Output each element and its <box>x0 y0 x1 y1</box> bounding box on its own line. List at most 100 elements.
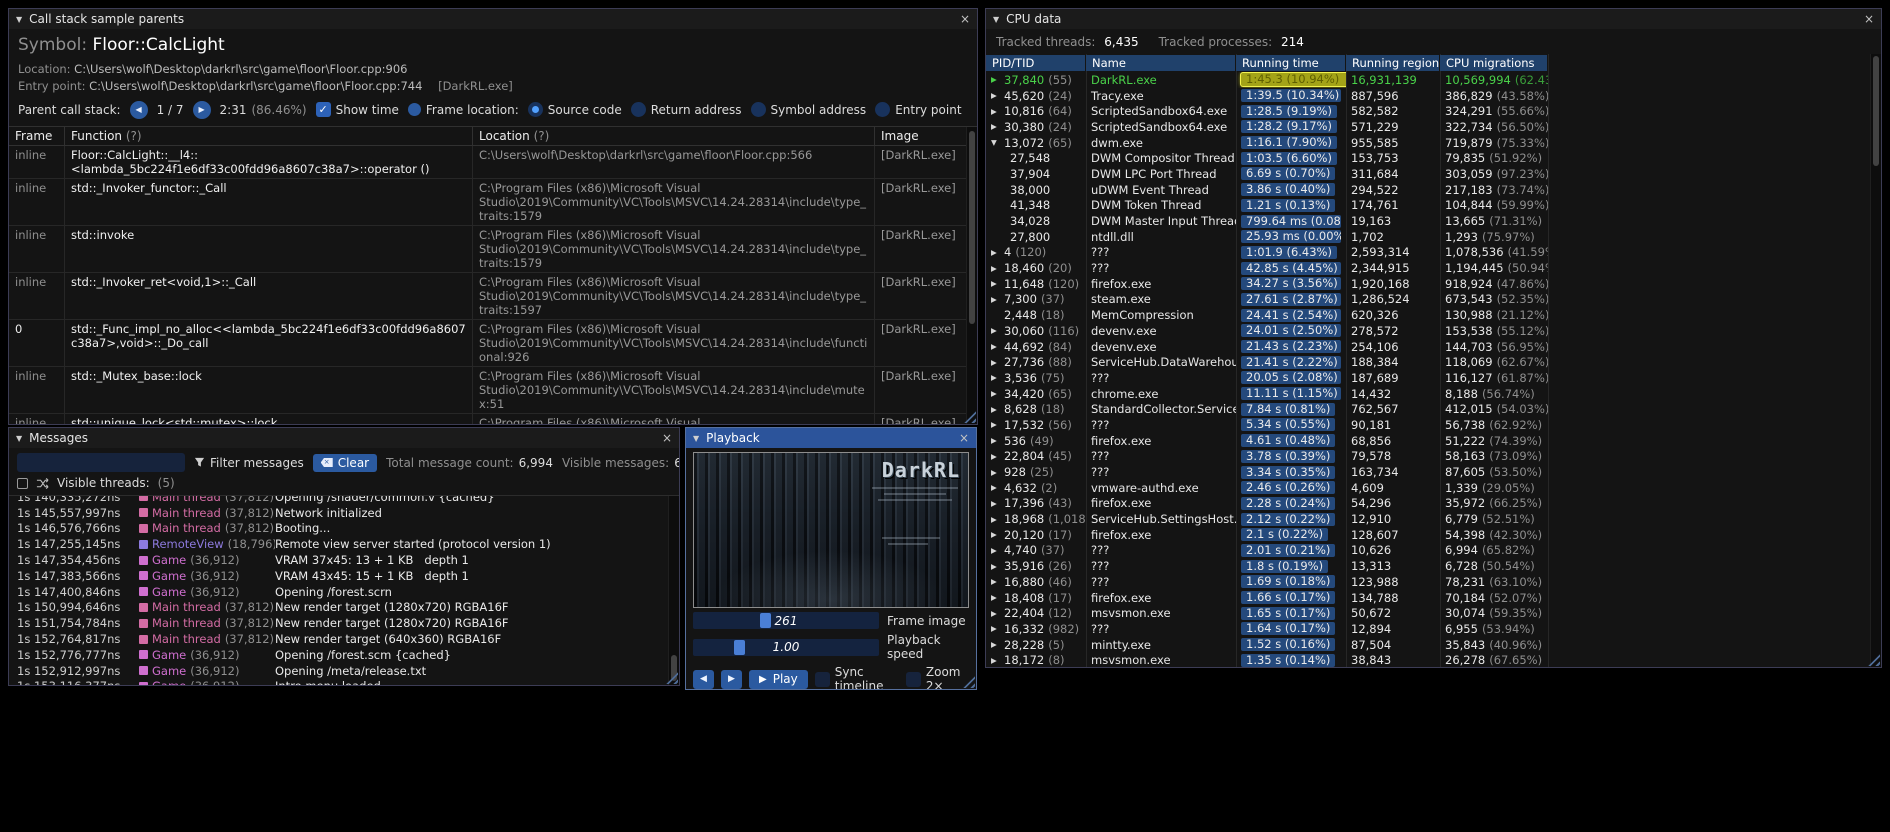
call-stack-scrollbar[interactable] <box>966 126 977 424</box>
frame-slider[interactable]: 261 <box>693 612 879 629</box>
collapse-arrow-icon[interactable]: ▼ <box>16 434 22 443</box>
chevron-right-icon[interactable]: ▶ <box>991 562 1000 571</box>
chevron-right-icon[interactable]: ▶ <box>991 405 1000 414</box>
close-icon[interactable]: × <box>960 13 970 25</box>
chevron-right-icon[interactable]: ▶ <box>991 656 1000 665</box>
speed-slider[interactable]: 1.00 <box>693 638 879 656</box>
cpu-row[interactable]: ▶ 18,172 (8) msvsmon.exe 1.35 s (0.14%) 38,84… <box>986 652 1881 667</box>
chevron-right-icon[interactable]: ▶ <box>991 75 1000 84</box>
cpu-row[interactable]: ▶ 4 (120)??? 1:01.9 (6.43%) 2,593,314 1,078,5… <box>986 245 1881 261</box>
chevron-right-icon[interactable]: ▶ <box>991 593 1000 602</box>
cpu-row[interactable]: ▶ 30,060 (116) devenv.exe 24.01 s (2.50%) 278… <box>986 323 1881 339</box>
cpu-row[interactable]: ▶ 27,736 (88) ServiceHub.DataWarehouse 21.41… <box>986 354 1881 370</box>
radio-entry-point[interactable]: Entry point <box>875 102 962 118</box>
cpu-row[interactable]: ▶ 18,460 (20)??? 42.85 s (4.45%) 2,344,915 1,… <box>986 260 1881 276</box>
message-row[interactable]: 1s 152,776,777ns Game (36,912) Opening /for… <box>9 647 679 663</box>
cpu-row[interactable]: ▶ 18,968 (1,018) ServiceHub.SettingsHost.ex… <box>986 511 1881 527</box>
message-row[interactable]: 1s 147,255,145ns RemoteView (18,796) Remote… <box>9 536 679 552</box>
cpu-titlebar[interactable]: ▼ CPU data × <box>986 9 1881 29</box>
cpu-row[interactable]: 27,800 ntdll.dll 25.93 ms (0.00%) 1,702 1,29… <box>986 229 1881 245</box>
running-time-column-header[interactable]: Running time <box>1236 55 1345 71</box>
call-stack-row[interactable]: inline Floor::CalcLight::__l4::<lambda_5b… <box>9 145 977 179</box>
collapse-arrow-icon[interactable]: ▼ <box>16 15 22 24</box>
playback-titlebar[interactable]: ▼ Playback × <box>686 428 976 448</box>
chevron-right-icon[interactable]: ▶ <box>991 436 1000 445</box>
cpu-row[interactable]: ▶ 4,740 (37)??? 2.01 s (0.21%) 10,626 6,994 (6… <box>986 543 1881 559</box>
message-row[interactable]: 1s 147,383,566ns Game (36,912) VRAM 43x45: … <box>9 568 679 584</box>
cpu-row[interactable]: 38,000 uDWM Event Thread 3.86 s (0.40%) 294… <box>986 182 1881 198</box>
chevron-right-icon[interactable]: ▶ <box>991 452 1000 461</box>
chevron-right-icon[interactable]: ▶ <box>991 468 1000 477</box>
cpu-row[interactable]: 37,904 DWM LPC Port Thread 6.69 s (0.70%) 3… <box>986 166 1881 182</box>
cpu-row[interactable]: 34,028 DWM Master Input Thread 799.64 ms (… <box>986 213 1881 229</box>
cpu-row[interactable]: ▶ 3,536 (75)??? 20.05 s (2.08%) 187,689 116,1… <box>986 370 1881 386</box>
cpu-row[interactable]: ▶ 34,420 (65) chrome.exe 11.11 s (1.15%) 14,4… <box>986 386 1881 402</box>
cpu-row[interactable]: ▶ 11,648 (120) firefox.exe 34.27 s (3.56%) 1,… <box>986 276 1881 292</box>
message-row[interactable]: 1s 152,912,997ns Game (36,912) Opening /met… <box>9 663 679 679</box>
cpu-row[interactable]: ▶ 16,332 (982)??? 1.64 s (0.17%) 12,894 6,955… <box>986 621 1881 637</box>
cpu-row[interactable]: ▶ 928 (25)??? 3.34 s (0.35%) 163,734 87,605 (5… <box>986 464 1881 480</box>
message-row[interactable]: 1s 140,335,272ns Main thread (37,812) Openi… <box>9 496 679 505</box>
scrollbar-thumb[interactable] <box>969 130 975 325</box>
chevron-right-icon[interactable]: ▶ <box>991 107 1000 116</box>
zoom-checkbox[interactable] <box>905 671 921 687</box>
cpu-row[interactable]: ▶ 7,300 (37) steam.exe 27.61 s (2.87%) 1,286,… <box>986 292 1881 308</box>
message-row[interactable]: 1s 151,754,784ns Main thread (37,812) New r… <box>9 615 679 631</box>
chevron-right-icon[interactable]: ▶ <box>991 530 1000 539</box>
show-time-checkbox[interactable]: ✓ <box>315 102 331 118</box>
message-row[interactable]: 1s 145,557,997ns Main thread (37,812) Netwo… <box>9 505 679 521</box>
chevron-right-icon[interactable]: ▶ <box>991 389 1000 398</box>
message-row[interactable]: 1s 147,400,846ns Game (36,912) Opening /for… <box>9 584 679 600</box>
collapse-arrow-icon[interactable]: ▼ <box>693 434 699 443</box>
cpu-row[interactable]: 2,448 (18) MemCompression 24.41 s (2.54%) 62… <box>986 307 1881 323</box>
clear-button[interactable]: × Clear <box>312 453 378 472</box>
cpu-row[interactable]: ▶ 22,404 (12) msvsmon.exe 1.65 s (0.17%) 50,6… <box>986 605 1881 621</box>
chevron-right-icon[interactable]: ▶ <box>991 122 1000 131</box>
call-stack-row[interactable]: inline std::_Invoker_functor::_Call C:\Pro… <box>9 178 977 226</box>
cpu-row[interactable]: ▶ 536 (49) firefox.exe 4.61 s (0.48%) 68,856 5… <box>986 433 1881 449</box>
radio-return-address[interactable]: Return address <box>630 102 742 118</box>
show-time-option[interactable]: ✓ Show time <box>315 102 399 118</box>
chevron-right-icon[interactable]: ▶ <box>991 499 1000 508</box>
cpu-row[interactable]: ▶ 8,628 (18) StandardCollector.Service.e 7.8… <box>986 401 1881 417</box>
radio-source-code-button[interactable] <box>527 102 543 118</box>
call-stack-row[interactable]: inline std::_Invoker_ret<void,1>::_Call C:… <box>9 272 977 320</box>
chevron-right-icon[interactable]: ▶ <box>991 373 1000 382</box>
message-row[interactable]: 1s 150,994,646ns Main thread (37,812) New r… <box>9 600 679 616</box>
close-icon[interactable]: × <box>662 432 672 444</box>
next-call-stack-button[interactable]: ▶ <box>192 100 211 119</box>
close-icon[interactable]: × <box>959 432 969 444</box>
radio-source-code[interactable]: Source code <box>527 102 622 118</box>
expand-threads-icon[interactable] <box>17 477 28 489</box>
previous-frame-button[interactable]: ◀ <box>693 669 714 689</box>
chevron-right-icon[interactable]: ▶ <box>991 326 1000 335</box>
call-stack-row[interactable]: inline std::invoke C:\Program Files (x86)\… <box>9 225 977 273</box>
chevron-right-icon[interactable]: ▶ <box>991 91 1000 100</box>
cpu-row[interactable]: 27,548 DWM Compositor Thread 1:03.5 (6.60%… <box>986 150 1881 166</box>
chevron-right-icon[interactable]: ▶ <box>991 420 1000 429</box>
call-stack-row[interactable]: 0 std::_Func_impl_no_alloc<<lambda_5bc224… <box>9 319 977 367</box>
message-row[interactable]: 1s 146,576,766ns Main thread (37,812) Booti… <box>9 521 679 537</box>
sync-timeline-option[interactable]: Sync timeline <box>814 665 899 689</box>
cpu-row[interactable]: ▶ 17,396 (43) firefox.exe 2.28 s (0.24%) 54,2… <box>986 496 1881 512</box>
radio-symbol-address-button[interactable] <box>750 102 766 118</box>
cpu-row[interactable]: ▶ 17,532 (56)??? 5.34 s (0.55%) 90,181 56,738… <box>986 417 1881 433</box>
chevron-right-icon[interactable]: ▶ <box>991 546 1000 555</box>
radio-symbol-address[interactable]: Symbol address <box>750 102 866 118</box>
running-regions-column-header[interactable]: Running regions <box>1346 55 1439 71</box>
messages-scrollbar[interactable] <box>668 496 679 685</box>
call-stack-row[interactable]: inline std::_Mutex_base::lock C:\Program F… <box>9 366 977 414</box>
message-row[interactable]: 1s 147,354,456ns Game (36,912) VRAM 37x45: … <box>9 552 679 568</box>
messages-titlebar[interactable]: ▼ Messages × <box>9 428 679 448</box>
message-row[interactable]: 1s 153,116,377ns Game (36,912) Intro menu l… <box>9 679 679 685</box>
zoom-option[interactable]: Zoom 2× <box>905 665 969 689</box>
radio-return-address-button[interactable] <box>630 102 646 118</box>
cpu-row[interactable]: ▶ 44,692 (84) devenv.exe 21.43 s (2.23%) 254,… <box>986 339 1881 355</box>
chevron-right-icon[interactable]: ▶ <box>991 295 1000 304</box>
cpu-row[interactable]: ▶ 22,804 (45)??? 3.78 s (0.39%) 79,578 58,163… <box>986 449 1881 465</box>
sync-timeline-checkbox[interactable] <box>814 671 830 687</box>
chevron-right-icon[interactable]: ▶ <box>991 624 1000 633</box>
chevron-right-icon[interactable]: ▶ <box>991 248 1000 257</box>
next-frame-button[interactable]: ▶ <box>721 669 742 689</box>
chevron-right-icon[interactable]: ▶ <box>991 279 1000 288</box>
